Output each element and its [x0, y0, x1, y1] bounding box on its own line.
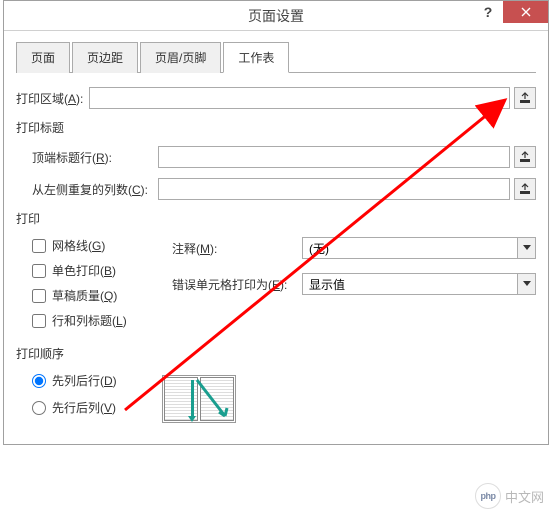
check-draft-box[interactable] [32, 289, 46, 303]
check-mono[interactable]: 单色打印(B) [32, 262, 172, 279]
comments-value: (无) [303, 240, 517, 257]
errors-value: 显示值 [303, 276, 517, 293]
collapse-dialog-icon [519, 151, 531, 163]
top-row-row: 顶端标题行(R): [32, 146, 536, 168]
print-area-label: 打印区域(A): [16, 90, 83, 107]
page-setup-dialog: 页面设置 ? 页面 页边距 页眉/页脚 工作表 打印区域(A): [3, 0, 549, 445]
order-radios: 先列后行(D) 先行后列(V) [32, 372, 162, 426]
print-area-input[interactable] [89, 87, 510, 109]
collapse-dialog-icon [519, 183, 531, 195]
print-checks: 网格线(G) 单色打印(B) 草稿质量(Q) 行和列标题(L) [32, 237, 172, 337]
check-rowcol[interactable]: 行和列标题(L) [32, 312, 172, 329]
order-section: 打印顺序 先列后行(D) 先行后列(V) [16, 345, 536, 426]
preview-arrow-down-icon [191, 380, 194, 418]
tab-sheet[interactable]: 工作表 [223, 42, 289, 73]
print-titles-section: 打印标题 顶端标题行(R): 从左侧重复的列数(C): [16, 119, 536, 200]
print-area-range-button[interactable] [514, 87, 536, 109]
left-col-range-button[interactable] [514, 178, 536, 200]
print-titles-heading: 打印标题 [16, 119, 536, 136]
watermark-text: 中文网 [505, 487, 544, 506]
errors-row: 错误单元格打印为(E): 显示值 [172, 273, 536, 295]
print-heading: 打印 [16, 210, 536, 227]
order-heading: 打印顺序 [16, 345, 536, 362]
check-gridlines[interactable]: 网格线(G) [32, 237, 172, 254]
left-col-label: 从左侧重复的列数(C): [32, 181, 152, 198]
check-mono-box[interactable] [32, 264, 46, 278]
tab-margins[interactable]: 页边距 [72, 42, 138, 73]
print-area-row: 打印区域(A): [16, 87, 536, 109]
watermark: php 中文网 [475, 483, 544, 509]
chevron-down-icon [517, 238, 535, 258]
print-section: 打印 网格线(G) 单色打印(B) 草稿质量(Q) 行和列标题(L) 注释(M)… [16, 210, 536, 337]
print-selects: 注释(M): (无) 错误单元格打印为(E): 显示值 [172, 237, 536, 337]
top-row-label: 顶端标题行(R): [32, 149, 152, 166]
left-col-input[interactable] [158, 178, 510, 200]
comments-select[interactable]: (无) [302, 237, 536, 259]
preview-arrow-diag-icon [195, 378, 229, 420]
radio-over-down-btn[interactable] [32, 401, 46, 415]
radio-down-over[interactable]: 先列后行(D) [32, 372, 162, 389]
tab-header-footer[interactable]: 页眉/页脚 [140, 42, 221, 73]
errors-label: 错误单元格打印为(E): [172, 276, 302, 293]
close-button[interactable] [503, 1, 548, 23]
dialog-title: 页面设置 [4, 6, 548, 26]
errors-select[interactable]: 显示值 [302, 273, 536, 295]
check-gridlines-box[interactable] [32, 239, 46, 253]
php-logo-icon: php [475, 483, 501, 509]
close-icon [521, 7, 531, 17]
titlebar: 页面设置 ? [4, 1, 548, 31]
dialog-content: 页面 页边距 页眉/页脚 工作表 打印区域(A): 打印标题 顶端标题行(R): [4, 31, 548, 444]
collapse-dialog-icon [519, 92, 531, 104]
chevron-down-icon [517, 274, 535, 294]
order-preview [162, 375, 236, 423]
check-rowcol-box[interactable] [32, 314, 46, 328]
top-row-range-button[interactable] [514, 146, 536, 168]
window-buttons: ? [473, 1, 548, 23]
help-button[interactable]: ? [473, 1, 503, 23]
tab-page[interactable]: 页面 [16, 42, 70, 73]
check-draft[interactable]: 草稿质量(Q) [32, 287, 172, 304]
radio-down-over-btn[interactable] [32, 374, 46, 388]
radio-over-down[interactable]: 先行后列(V) [32, 399, 162, 416]
left-col-row: 从左侧重复的列数(C): [32, 178, 536, 200]
tab-strip: 页面 页边距 页眉/页脚 工作表 [16, 41, 536, 73]
comments-row: 注释(M): (无) [172, 237, 536, 259]
comments-label: 注释(M): [172, 240, 302, 257]
top-row-input[interactable] [158, 146, 510, 168]
